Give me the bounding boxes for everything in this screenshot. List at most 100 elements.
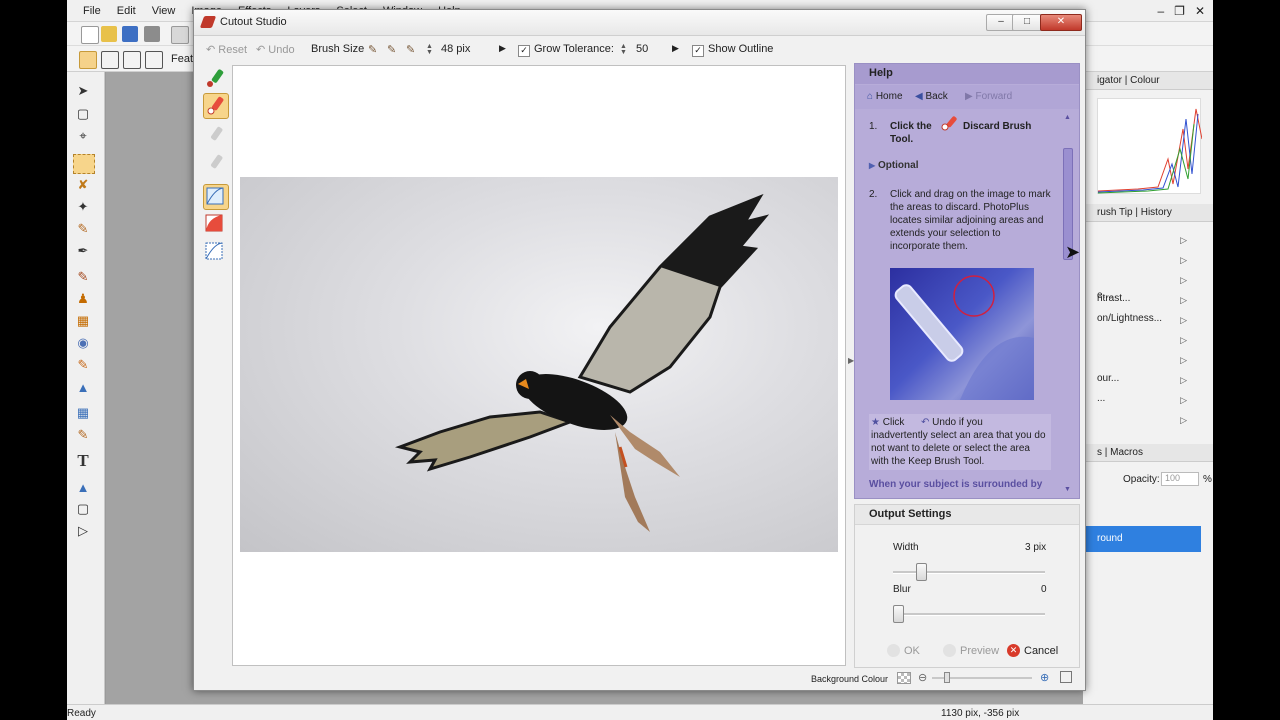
menu-file[interactable]: File bbox=[75, 5, 109, 17]
keep-eraser-icon[interactable] bbox=[203, 124, 227, 148]
paintbrush-icon[interactable]: ✎ bbox=[73, 268, 93, 286]
adjust-item-3[interactable]: on/Lightness... bbox=[1097, 313, 1162, 324]
brush-small-icon[interactable]: ✎ bbox=[368, 43, 377, 56]
home-icon: ⌂ bbox=[867, 91, 874, 102]
play-icon[interactable]: ▷ bbox=[1180, 235, 1187, 246]
rgb-output-icon[interactable] bbox=[203, 212, 227, 236]
rectangle-selection-icon[interactable] bbox=[73, 154, 95, 174]
keep-brush-icon[interactable] bbox=[203, 66, 227, 90]
blur-slider-track[interactable] bbox=[893, 613, 1045, 616]
reset-button[interactable]: ↶ Reset bbox=[206, 43, 247, 56]
play-icon[interactable]: ▷ bbox=[1180, 315, 1187, 326]
menu-view[interactable]: View bbox=[144, 5, 184, 17]
discard-eraser-icon[interactable] bbox=[203, 152, 227, 176]
width-slider-thumb[interactable] bbox=[915, 563, 927, 581]
color-pickup-icon[interactable]: ✒ bbox=[73, 242, 93, 260]
preview-button[interactable]: Preview bbox=[943, 644, 999, 657]
mesh-warp-icon[interactable]: ▦ bbox=[73, 404, 93, 422]
zoom-in-icon[interactable]: ⊕ bbox=[1040, 671, 1049, 684]
brush-size-spinner[interactable]: ▲ ▼ bbox=[426, 43, 433, 56]
grow-tolerance-spinner[interactable]: ▲ ▼ bbox=[620, 43, 627, 56]
grow-tolerance-checkbox[interactable]: ✓ Grow Tolerance: bbox=[518, 43, 614, 57]
layer-background-row[interactable]: round bbox=[1083, 526, 1201, 552]
layers-macros-tabs[interactable]: s | Macros bbox=[1083, 444, 1213, 462]
step1-tool-word: Tool. bbox=[890, 134, 914, 145]
help-home-button[interactable]: ⌂ Home bbox=[867, 91, 903, 102]
grow-tolerance-arrow-icon[interactable]: ▶ bbox=[672, 43, 679, 54]
scratch-remover-icon[interactable]: ✎ bbox=[73, 220, 93, 238]
restore-icon[interactable]: ❐ bbox=[1174, 4, 1185, 18]
play-icon[interactable]: ▷ bbox=[1180, 295, 1187, 306]
selection-subtract-icon[interactable] bbox=[123, 51, 141, 69]
new-file-icon[interactable] bbox=[81, 26, 99, 44]
help-forward-button[interactable]: ▶ Forward bbox=[965, 91, 1012, 102]
play-icon[interactable]: ▷ bbox=[1180, 375, 1187, 386]
fill-tool-icon[interactable]: ▲ bbox=[73, 378, 93, 396]
red-eye-icon[interactable]: ◉ bbox=[73, 334, 93, 352]
save-icon[interactable] bbox=[122, 26, 138, 42]
help-scrollbar[interactable]: ▲ ▼ bbox=[1061, 114, 1075, 496]
app-window-controls: – ❐ ✕ bbox=[1153, 0, 1213, 22]
help-back-button[interactable]: ◀ Back bbox=[915, 91, 948, 102]
optional-expander[interactable]: ▶ Optional bbox=[869, 159, 919, 172]
cancel-button[interactable]: ✕ Cancel bbox=[1007, 644, 1058, 657]
node-edit-icon[interactable]: ▷ bbox=[73, 522, 93, 540]
play-icon[interactable]: ▷ bbox=[1180, 335, 1187, 346]
move-tool-icon[interactable]: ➤ bbox=[73, 82, 93, 100]
text-tool-icon[interactable]: T bbox=[73, 451, 93, 470]
selection-add-icon[interactable] bbox=[101, 51, 119, 69]
selection-intersect-icon[interactable] bbox=[145, 51, 163, 69]
brush-large-icon[interactable]: ✎ bbox=[406, 43, 415, 56]
magic-wand-icon[interactable]: ✦ bbox=[73, 198, 93, 216]
lasso-tool-icon[interactable]: ✘ bbox=[73, 176, 93, 194]
play-icon[interactable]: ▷ bbox=[1180, 395, 1187, 406]
adjust-item-2[interactable]: ntrast... bbox=[1097, 293, 1130, 304]
navigator-colour-tabs[interactable]: igator | Colour bbox=[1083, 72, 1213, 90]
open-folder-icon[interactable] bbox=[101, 26, 117, 42]
show-outline-checkbox[interactable]: ✓ Show Outline bbox=[692, 43, 773, 57]
clone-tool-icon[interactable]: ♟ bbox=[73, 290, 93, 308]
fit-window-icon[interactable] bbox=[1060, 671, 1072, 683]
print-icon[interactable] bbox=[144, 26, 160, 42]
dialog-titlebar: Cutout Studio – □ ✕ bbox=[194, 10, 1085, 36]
play-icon[interactable]: ▷ bbox=[1180, 275, 1187, 286]
blur-slider-thumb[interactable] bbox=[893, 605, 904, 623]
play-icon[interactable]: ▷ bbox=[1180, 355, 1187, 366]
scroll-down-icon[interactable]: ▼ bbox=[1064, 486, 1071, 493]
ok-button[interactable]: OK bbox=[887, 644, 920, 657]
undo-button[interactable]: ↶ Undo bbox=[256, 43, 295, 56]
scroll-up-icon[interactable]: ▲ bbox=[1064, 114, 1071, 121]
play-icon[interactable]: ▷ bbox=[1180, 415, 1187, 426]
deform-tool-icon[interactable]: ✎ bbox=[73, 426, 93, 444]
brush-size-slider-arrow-icon[interactable]: ▶ bbox=[499, 43, 506, 54]
brush-size-value[interactable]: 48 pix bbox=[441, 43, 470, 55]
selection-new-icon[interactable] bbox=[79, 51, 97, 69]
brushtip-history-tabs[interactable]: rush Tip | History bbox=[1083, 204, 1213, 222]
dialog-close-button[interactable]: ✕ bbox=[1040, 14, 1082, 31]
smudge-tool-icon[interactable]: ✎ bbox=[73, 356, 93, 374]
brush-medium-icon[interactable]: ✎ bbox=[387, 43, 396, 56]
alpha-output-icon[interactable] bbox=[203, 184, 229, 210]
reset-icon: ↶ bbox=[206, 44, 216, 56]
checker-swatch-icon[interactable] bbox=[897, 672, 911, 684]
dialog-maximize-button[interactable]: □ bbox=[1012, 14, 1042, 31]
eagle-photo[interactable] bbox=[240, 177, 838, 552]
copy-icon[interactable] bbox=[171, 26, 189, 44]
zoom-slider-thumb[interactable] bbox=[944, 672, 950, 683]
adjust-item-4[interactable]: our... bbox=[1097, 373, 1119, 384]
play-icon[interactable]: ▷ bbox=[1180, 255, 1187, 266]
zoom-out-icon[interactable]: ⊖ bbox=[918, 671, 927, 684]
straighten-tool-icon[interactable]: ▢ bbox=[73, 105, 93, 123]
opacity-input[interactable]: 100 bbox=[1161, 472, 1199, 486]
pen-tool-icon[interactable]: ▲ bbox=[73, 478, 93, 496]
minimize-icon[interactable]: – bbox=[1157, 4, 1164, 18]
shape-tool-icon[interactable]: ▢ bbox=[73, 500, 93, 518]
eraser-tool-icon[interactable]: ▦ bbox=[73, 312, 93, 330]
grow-tolerance-value[interactable]: 50 bbox=[636, 43, 648, 55]
crop-tool-icon[interactable]: ⌖ bbox=[73, 127, 93, 145]
close-icon[interactable]: ✕ bbox=[1195, 4, 1205, 18]
adjust-item-5[interactable]: ... bbox=[1097, 393, 1105, 404]
menu-edit[interactable]: Edit bbox=[109, 5, 144, 17]
discard-brush-icon[interactable] bbox=[203, 93, 229, 119]
mask-output-icon[interactable] bbox=[203, 240, 227, 264]
